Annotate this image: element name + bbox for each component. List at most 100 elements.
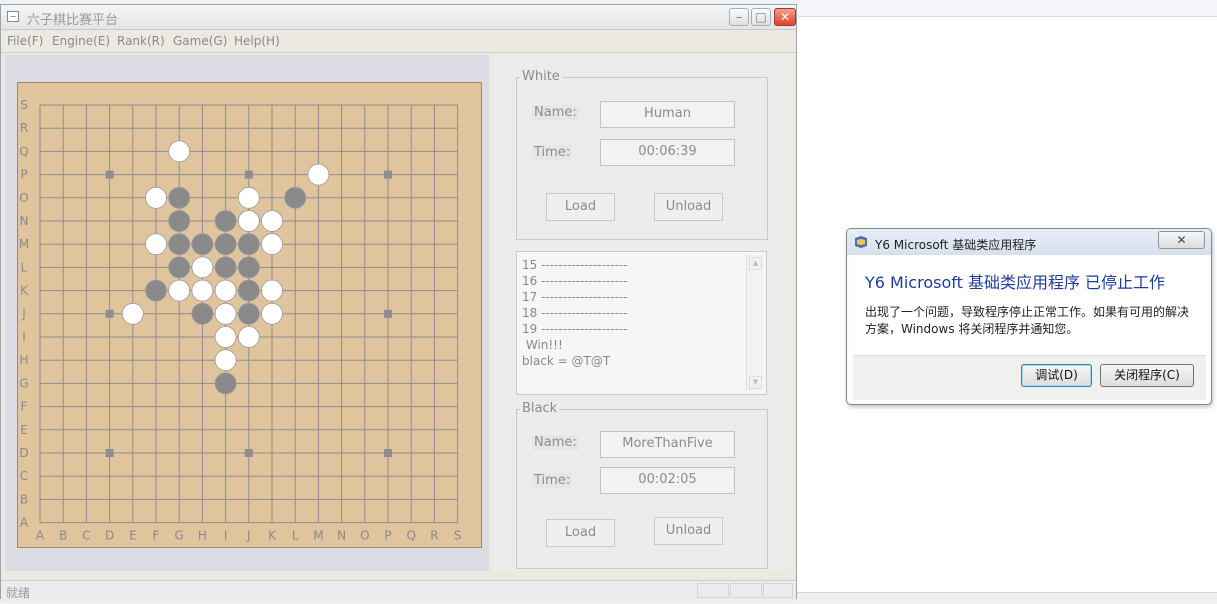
log-line: 19 -------------------- bbox=[522, 322, 628, 336]
column-label: B bbox=[59, 529, 67, 543]
white-stone bbox=[214, 279, 237, 302]
column-label: E bbox=[129, 529, 137, 543]
dialog-footer: 调试(D) 关闭程序(C) bbox=[853, 355, 1206, 400]
white-stone bbox=[237, 326, 260, 348]
menu-file[interactable]: File(F) bbox=[7, 34, 43, 48]
row-label: B bbox=[20, 492, 28, 506]
white-load-button[interactable]: Load bbox=[546, 193, 615, 221]
black-unload-button[interactable]: Unload bbox=[654, 517, 723, 545]
menu-bar: File(F) Engine(E) Rank(R) Game(G) Help(H… bbox=[1, 30, 796, 53]
row-label: N bbox=[20, 214, 29, 228]
row-label: O bbox=[19, 191, 28, 205]
column-label: J bbox=[246, 529, 251, 543]
row-label: F bbox=[21, 400, 28, 414]
board-canvas[interactable]: A B C D E F G H I J K L M N O P Q R SSRQPONMLKJIHGFEDCBA bbox=[18, 83, 481, 547]
status-cell bbox=[730, 583, 762, 598]
black-stone bbox=[214, 372, 237, 395]
column-label: Q bbox=[406, 529, 415, 543]
menu-help[interactable]: Help(H) bbox=[234, 34, 280, 48]
close-program-button[interactable]: 关闭程序(C) bbox=[1100, 364, 1194, 387]
column-label: M bbox=[313, 529, 323, 543]
log-line: 17 -------------------- bbox=[522, 290, 628, 304]
status-cell bbox=[763, 583, 793, 598]
title-bar: − 六子棋比赛平台 – □ ✕ bbox=[1, 5, 796, 30]
star-point bbox=[105, 449, 114, 457]
black-stone bbox=[237, 279, 260, 302]
black-stone bbox=[284, 186, 307, 209]
log-line: black = @T@T bbox=[522, 354, 611, 368]
minimize-button[interactable]: – bbox=[729, 8, 749, 26]
scroll-up-icon[interactable]: ▲ bbox=[749, 257, 762, 270]
column-label: O bbox=[360, 529, 369, 543]
white-stone bbox=[191, 279, 214, 302]
star-point bbox=[384, 170, 392, 179]
column-label: L bbox=[292, 529, 299, 543]
log-line: 16 -------------------- bbox=[522, 274, 628, 288]
column-label: N bbox=[337, 529, 346, 543]
log-line: Win!!! bbox=[522, 338, 563, 352]
row-label: I bbox=[22, 330, 26, 344]
star-point bbox=[384, 309, 392, 318]
debug-button[interactable]: 调试(D) bbox=[1021, 364, 1092, 387]
row-label: R bbox=[20, 121, 28, 135]
white-unload-button[interactable]: Unload bbox=[654, 193, 723, 221]
white-stone bbox=[261, 302, 283, 325]
row-label: G bbox=[19, 376, 28, 390]
background-window-titlebar bbox=[798, 0, 1217, 17]
dialog-body: Y6 Microsoft 基础类应用程序 已停止工作 出现了一个问题，导致程序停… bbox=[853, 255, 1206, 355]
menu-rank[interactable]: Rank(R) bbox=[117, 34, 165, 48]
star-point bbox=[105, 170, 114, 179]
white-stone bbox=[121, 302, 144, 325]
column-label: S bbox=[454, 529, 462, 543]
black-stone bbox=[214, 256, 237, 279]
menu-engine[interactable]: Engine(E) bbox=[52, 34, 110, 48]
white-stone bbox=[191, 256, 214, 279]
white-name-field[interactable]: Human bbox=[600, 101, 735, 128]
white-stone bbox=[237, 186, 260, 209]
close-button[interactable]: ✕ bbox=[774, 8, 796, 26]
status-bar: 就绪 bbox=[1, 580, 796, 601]
dialog-title: Y6 Microsoft 基础类应用程序 bbox=[875, 238, 1037, 252]
column-label: G bbox=[175, 529, 184, 543]
scroll-down-icon[interactable]: ▼ bbox=[749, 376, 762, 389]
log-scrollbar[interactable]: ▲ ▼ bbox=[746, 255, 763, 391]
star-point bbox=[105, 309, 114, 318]
white-stone bbox=[307, 163, 330, 186]
maximize-button[interactable]: □ bbox=[751, 8, 771, 26]
black-stone bbox=[214, 233, 237, 256]
row-label: M bbox=[19, 237, 29, 251]
dialog-close-button[interactable]: ✕ bbox=[1158, 231, 1205, 249]
row-label: C bbox=[20, 469, 28, 483]
game-board[interactable]: ABCDEFGHIJKLMNOPQRSSRQPONMLKJIHGFEDCBA bbox=[17, 82, 482, 548]
error-dialog: Y6 Microsoft 基础类应用程序 ✕ Y6 Microsoft 基础类应… bbox=[846, 228, 1212, 405]
white-name-label: Name: bbox=[532, 105, 579, 120]
black-name-field[interactable]: MoreThanFive bbox=[600, 431, 735, 458]
column-label: P bbox=[384, 529, 391, 543]
column-label: I bbox=[224, 529, 228, 543]
black-stone bbox=[191, 233, 214, 256]
black-stone bbox=[168, 186, 191, 209]
white-stone bbox=[261, 279, 283, 302]
status-text: 就绪 bbox=[6, 586, 31, 600]
row-label: E bbox=[20, 423, 28, 437]
black-load-button[interactable]: Load bbox=[546, 519, 615, 547]
dialog-title-bar: Y6 Microsoft 基础类应用程序 ✕ bbox=[847, 229, 1211, 255]
white-stone bbox=[145, 186, 167, 209]
white-stone bbox=[261, 233, 283, 256]
row-label: L bbox=[21, 260, 28, 274]
black-stone bbox=[191, 302, 214, 325]
menu-game[interactable]: Game(G) bbox=[173, 34, 227, 48]
white-stone bbox=[168, 140, 191, 163]
white-time-field: 00:06:39 bbox=[600, 139, 735, 166]
column-label: A bbox=[36, 529, 45, 543]
row-label: J bbox=[21, 307, 26, 321]
white-time-label: Time: bbox=[532, 145, 573, 160]
row-label: D bbox=[19, 446, 28, 460]
column-label: F bbox=[153, 529, 160, 543]
app-icon: − bbox=[7, 11, 19, 22]
black-stone bbox=[168, 256, 191, 279]
black-stone bbox=[214, 210, 237, 232]
dialog-heading: Y6 Microsoft 基础类应用程序 已停止工作 bbox=[865, 273, 1166, 292]
black-stone bbox=[237, 256, 260, 279]
star-point bbox=[244, 170, 253, 179]
